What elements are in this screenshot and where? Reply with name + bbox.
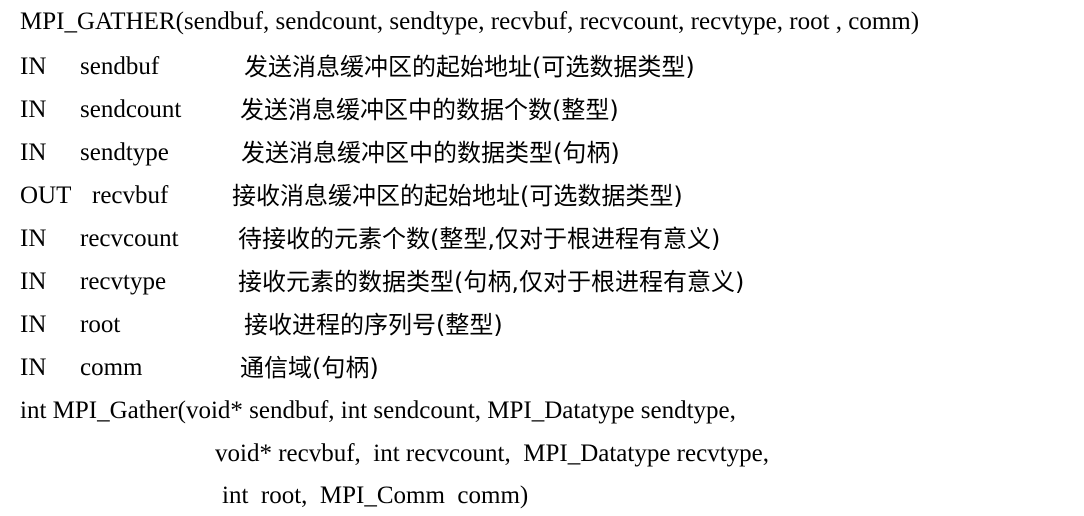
param-direction: IN [20, 225, 47, 252]
param-description: 发送消息缓冲区中的数据个数(整型) [240, 96, 619, 124]
param-direction: IN [20, 311, 47, 338]
param-direction: IN [20, 354, 47, 381]
param-description: 接收进程的序列号(整型) [244, 311, 503, 339]
param-name: root [80, 311, 121, 338]
param-direction: IN [20, 96, 47, 123]
param-direction: IN [20, 268, 47, 295]
param-direction: OUT [20, 182, 72, 209]
param-direction: IN [20, 139, 47, 166]
param-description: 待接收的元素个数(整型,仅对于根进程有意义) [238, 225, 721, 253]
param-name: sendtype [80, 139, 169, 166]
param-name: recvtype [80, 268, 167, 295]
param-name: comm [80, 354, 143, 381]
signature-text: int MPI_Gather(void* sendbuf, int sendco… [20, 397, 736, 424]
param-name: sendcount [80, 96, 182, 123]
param-name: recvcount [80, 225, 179, 252]
param-name: recvbuf [92, 182, 169, 209]
param-description: 接收元素的数据类型(句柄,仅对于根进程有意义) [238, 268, 745, 296]
param-description: 通信域(句柄) [240, 354, 379, 382]
signature-text: void* recvbuf, int recvcount, MPI_Dataty… [215, 440, 769, 467]
heading-text: MPI_GATHER(sendbuf, sendcount, sendtype,… [20, 8, 920, 35]
param-description: 发送消息缓冲区的起始地址(可选数据类型) [244, 53, 695, 81]
param-name: sendbuf [80, 53, 160, 80]
signature-text: int root, MPI_Comm comm) [222, 482, 529, 509]
param-direction: IN [20, 53, 47, 80]
param-description: 发送消息缓冲区中的数据类型(句柄) [241, 139, 620, 167]
param-description: 接收消息缓冲区的起始地址(可选数据类型) [232, 182, 683, 210]
